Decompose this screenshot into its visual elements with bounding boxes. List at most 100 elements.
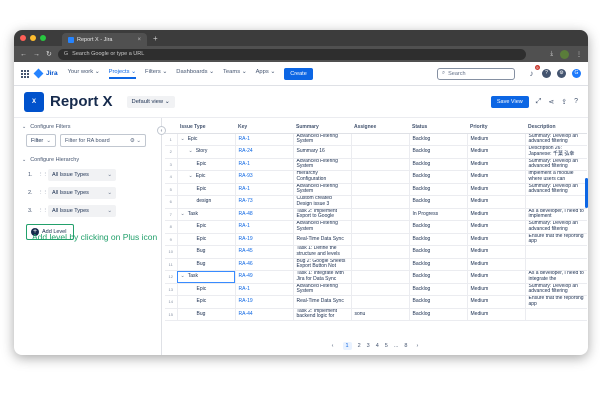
table-row[interactable]: 8 Epic RA-1 Advanced Filtering System Backlo… (165, 220, 587, 234)
page-number[interactable]: 2 (358, 343, 361, 349)
table-row[interactable]: 14 Epic RA-19 Real-Time Data Sync Backlog Med… (165, 295, 587, 309)
page-number[interactable]: 4 (376, 343, 379, 349)
vertical-scrollbar[interactable] (585, 178, 588, 208)
priority-cell: Medium (466, 133, 525, 146)
browser-tab[interactable]: Report X - Jira × (62, 33, 147, 46)
issue-key-link[interactable]: RA-1 (234, 283, 293, 296)
menu-your-work[interactable]: Your work ⌄ (68, 69, 100, 79)
column-header[interactable]: Description (525, 121, 587, 134)
issue-key-link[interactable]: RA-49 (234, 270, 293, 284)
drag-handle-icon[interactable]: ⋮⋮ (38, 208, 48, 214)
page-number[interactable]: ... (394, 343, 399, 349)
column-header[interactable]: Summary (293, 121, 351, 134)
table-row[interactable]: 11 Bug RA-46 Bug 2: Google Sheets Export Bu… (165, 258, 587, 271)
level-number: 2. (28, 189, 33, 196)
help-icon[interactable]: ? (574, 98, 578, 105)
configure-hierarchy-section[interactable]: ⌄ Configure Hierarchy (22, 157, 153, 163)
menu-filters[interactable]: Filters ⌄ (145, 69, 167, 79)
drag-handle-icon[interactable]: ⋮⋮ (38, 190, 48, 196)
close-window-icon[interactable] (20, 35, 26, 41)
issue-key-link[interactable]: RA-46 (234, 258, 293, 271)
menu-teams[interactable]: Teams ⌄ (223, 69, 247, 79)
view-selector[interactable]: Default view ⌄ (126, 95, 175, 108)
table-row[interactable]: 5 Epic RA-1 Advanced Filtering System Backlo… (165, 183, 587, 196)
table-row[interactable]: 15 Bug RA-44 Task 2: Implement backend logi… (165, 308, 587, 321)
column-header[interactable]: Priority (467, 121, 525, 134)
expand-row-chevron-icon[interactable]: ⌄ (181, 273, 185, 279)
row-number: 12 (165, 270, 177, 284)
status-cell: Backlog (408, 195, 467, 209)
priority-cell: Medium (466, 270, 525, 284)
table-row[interactable]: 3 Epic RA-1 Advanced Filtering System Backlo… (165, 158, 587, 171)
profile-avatar[interactable] (560, 49, 569, 59)
column-header[interactable]: Key (235, 121, 293, 134)
table-row[interactable]: 2 ⌄ Story RA-24 Summary 16 Backlog Medium Descr… (165, 145, 587, 159)
close-tab-icon[interactable]: × (137, 37, 141, 43)
issue-key-link[interactable]: RA-45 (234, 245, 293, 259)
issue-key-link[interactable]: RA-93 (234, 170, 293, 184)
settings-icon[interactable]: ⚙ (557, 69, 566, 78)
menu-apps[interactable]: Apps ⌄ (256, 69, 276, 79)
share-icon[interactable]: ⋖ (548, 98, 554, 106)
expand-row-chevron-icon[interactable]: ⌄ (181, 136, 185, 142)
level-type-select[interactable]: All Issue Types ⌄ (48, 186, 116, 199)
menu-projects[interactable]: Projects ⌄ (108, 69, 137, 79)
board-filter-dropdown[interactable]: Filter for RA board ⚙ ⌄ (60, 134, 146, 147)
minimize-window-icon[interactable] (30, 35, 36, 41)
column-header[interactable]: Issue Type (177, 121, 235, 134)
issue-key-link[interactable]: RA-1 (234, 133, 293, 146)
page-number[interactable]: 8 (404, 343, 407, 349)
issue-key-link[interactable]: RA-1 (234, 220, 293, 234)
table-row[interactable]: 7 ⌄ Task RA-48 Task 2: Implement Export to G… (165, 208, 587, 221)
jira-logo[interactable]: Jira (33, 68, 58, 79)
table-row[interactable]: 12 ⌄ Task RA-49 Task 1: Integrate with Jira … (165, 270, 587, 284)
table-row[interactable]: 4 ⌄ Epic RA-93 Hierarchy Configuration Backlo… (165, 170, 587, 184)
notifications-icon[interactable]: ♪ 9 (527, 65, 540, 78)
column-header[interactable]: Assignee (351, 121, 409, 134)
issue-key-link[interactable]: RA-1 (234, 183, 293, 196)
download-icon[interactable]: ⤓ (550, 51, 553, 58)
search-input[interactable]: ⌕ Search (437, 67, 515, 80)
create-button[interactable]: Create (284, 67, 313, 80)
page-number[interactable]: 3 (367, 343, 370, 349)
menu-dashboards[interactable]: Dashboards ⌄ (176, 69, 214, 79)
address-input[interactable]: G Search Google or type a URL (57, 48, 526, 60)
table-row[interactable]: 1 ⌄ Epic RA-1 Advanced Filtering System Backl… (165, 133, 587, 146)
issue-key-link[interactable]: RA-19 (234, 295, 293, 309)
level-type-select[interactable]: All Issue Types ⌄ (48, 204, 116, 217)
reload-icon[interactable]: ↻ (46, 50, 52, 58)
maximize-window-icon[interactable] (40, 35, 46, 41)
app-switcher-icon[interactable] (21, 69, 29, 78)
column-header[interactable]: Status (409, 121, 467, 134)
expand-row-chevron-icon[interactable]: ⌄ (189, 173, 193, 179)
drag-handle-icon[interactable]: ⋮⋮ (38, 172, 48, 178)
next-page-button[interactable]: › (416, 343, 418, 349)
expand-row-chevron-icon[interactable]: ⌄ (181, 211, 185, 217)
filter-dropdown[interactable]: Filter ⌄ (26, 134, 56, 147)
new-tab-icon[interactable]: + (153, 34, 158, 43)
page-number[interactable]: 5 (385, 343, 388, 349)
issue-key-link[interactable]: RA-48 (234, 208, 293, 221)
issue-key-link[interactable]: RA-73 (234, 195, 293, 209)
export-icon[interactable]: ⇪ (561, 98, 567, 106)
issue-key-link[interactable]: RA-44 (234, 308, 293, 321)
prev-page-button[interactable]: ‹ (332, 343, 334, 349)
configure-filters-section[interactable]: ⌄ Configure Filters (22, 124, 153, 130)
table-row[interactable]: 13 Epic RA-1 Advanced Filtering System Backl… (165, 283, 587, 296)
table-row[interactable]: 9 Epic RA-19 Real-Time Data Sync Backlog Medi… (165, 233, 587, 246)
issue-key-link[interactable]: RA-24 (234, 145, 293, 159)
issue-key-link[interactable]: RA-1 (234, 158, 293, 171)
back-icon[interactable]: ← (20, 51, 27, 58)
forward-icon[interactable]: → (33, 51, 40, 58)
page-number[interactable]: 1 (342, 342, 352, 350)
help-icon[interactable]: ? (542, 69, 551, 78)
issue-key-link[interactable]: RA-19 (234, 233, 293, 246)
expand-row-chevron-icon[interactable]: ⌄ (189, 148, 193, 154)
browser-menu-icon[interactable]: ⋮ (576, 51, 582, 58)
user-avatar[interactable]: G (572, 69, 581, 78)
level-type-select[interactable]: All Issue Types ⌄ (48, 168, 116, 181)
table-row[interactable]: 6 design RA-73 Custom created Design issue … (165, 195, 587, 209)
save-view-button[interactable]: Save View (490, 95, 529, 108)
expand-icon[interactable]: ⤢ (536, 98, 542, 106)
table-row[interactable]: 10 Bug RA-45 Task 1: Define the structure a… (165, 245, 587, 259)
